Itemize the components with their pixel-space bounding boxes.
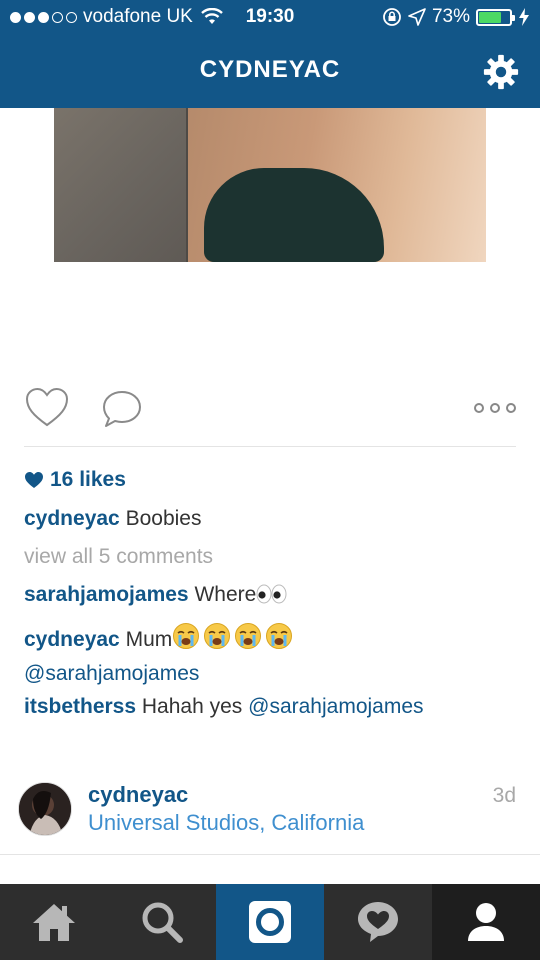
rotation-lock-icon (383, 8, 401, 26)
profile-icon (468, 903, 504, 941)
tab-activity[interactable] (324, 884, 432, 960)
divider (0, 854, 540, 855)
home-icon (33, 904, 75, 941)
likes-label: 16 likes (50, 468, 126, 491)
comment-mention[interactable]: @sarahjamojames (24, 662, 199, 685)
post-timestamp: 3d (492, 784, 516, 807)
battery-icon (476, 8, 515, 26)
comment-text: Where (194, 583, 257, 606)
crying-face-emoji-icon (172, 622, 296, 659)
page-title: CYDNEYAC (199, 56, 341, 83)
heart-filled-icon (25, 472, 43, 488)
more-options-button[interactable] (474, 400, 516, 416)
tab-search[interactable] (108, 884, 216, 960)
speech-bubble-icon (103, 391, 141, 427)
likes-count[interactable]: 16 likes (24, 468, 126, 492)
avatar[interactable] (18, 782, 72, 836)
gear-icon (483, 54, 519, 90)
heart-outline-icon (25, 387, 69, 427)
view-all-comments-link[interactable]: view all 5 comments (24, 543, 213, 571)
comment-item: itsbetherss Hahah yes @sarahjamojames (24, 692, 424, 722)
search-icon (142, 902, 183, 943)
view-all-comments-label: view all 5 comments (24, 545, 214, 568)
caption-text: Boobies (125, 507, 202, 530)
profile-header: CYDNEYAC (0, 36, 540, 108)
camera-icon (249, 901, 291, 943)
post-actions (24, 386, 516, 434)
comment-item: cydneyac Mum @sarahjamojames (24, 622, 494, 689)
battery-percent: 73% (431, 6, 470, 27)
comment-text: Mum (125, 628, 173, 651)
comment-item: sarahjamojames Where (24, 580, 288, 614)
status-right: 73% (382, 6, 530, 28)
tab-home[interactable] (0, 884, 108, 960)
caption-username[interactable]: cydneyac (24, 507, 120, 530)
more-dots-icon (474, 403, 484, 413)
charging-bolt-icon (519, 8, 529, 26)
settings-button[interactable] (482, 53, 520, 91)
location-arrow-icon (408, 8, 426, 26)
post-owner-row: cydneyac Universal Studios, California 3… (18, 782, 522, 838)
tab-camera[interactable] (216, 884, 324, 960)
post-photo[interactable] (54, 108, 486, 262)
like-button[interactable] (24, 386, 70, 432)
post-caption: cydneyac Boobies (24, 505, 201, 533)
tab-profile[interactable] (432, 884, 540, 960)
owner-location[interactable]: Universal Studios, California (88, 810, 364, 836)
status-bar: vodafone UK 19:30 73% (0, 0, 540, 36)
owner-username[interactable]: cydneyac (88, 782, 188, 808)
comment-text: Hahah yes (141, 695, 243, 718)
eyes-emoji-icon (256, 583, 288, 614)
divider (24, 446, 516, 447)
comment-mention[interactable]: @sarahjamojames (248, 695, 423, 718)
comment-username[interactable]: itsbetherss (24, 695, 136, 718)
comment-username[interactable]: sarahjamojames (24, 583, 189, 606)
comment-username[interactable]: cydneyac (24, 628, 120, 651)
comment-button[interactable] (100, 388, 144, 432)
activity-icon (358, 902, 398, 942)
tab-bar (0, 884, 540, 960)
